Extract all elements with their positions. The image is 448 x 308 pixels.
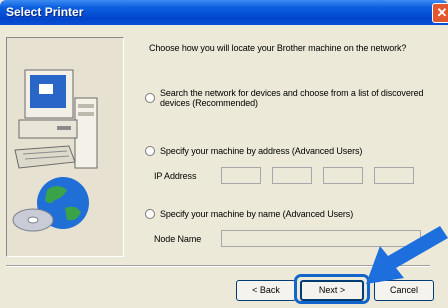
ip-octet-4-input[interactable] (374, 167, 414, 184)
ip-address-label: IP Address (154, 171, 197, 181)
address-radio[interactable] (145, 146, 155, 156)
ip-octet-1-input[interactable] (221, 167, 261, 184)
search-network-radio[interactable] (145, 93, 155, 103)
ip-octet-2-input[interactable] (272, 167, 312, 184)
search-network-label-line2: devices (Recommended) (160, 98, 258, 108)
address-label: Specify your machine by address (Advance… (160, 146, 363, 156)
back-button[interactable]: < Back (236, 280, 296, 301)
title-bar: Select Printer ✕ (0, 0, 448, 25)
node-name-label: Node Name (154, 234, 202, 244)
pointer-arrow-icon (366, 226, 448, 284)
node-name-option-label: Specify your machine by name (Advanced U… (160, 209, 354, 219)
search-network-label-line1: Search the network for devices and choos… (160, 88, 424, 98)
ip-octet-3-input[interactable] (323, 167, 363, 184)
computer-illustration (6, 37, 124, 257)
close-icon[interactable]: ✕ (432, 3, 448, 23)
instruction-text: Choose how you will locate your Brother … (149, 43, 407, 53)
next-button-highlight (294, 274, 370, 304)
node-name-radio[interactable] (145, 209, 155, 219)
select-printer-dialog: Select Printer ✕ Choose how you will loc… (0, 0, 448, 308)
window-title: Select Printer (6, 5, 84, 19)
